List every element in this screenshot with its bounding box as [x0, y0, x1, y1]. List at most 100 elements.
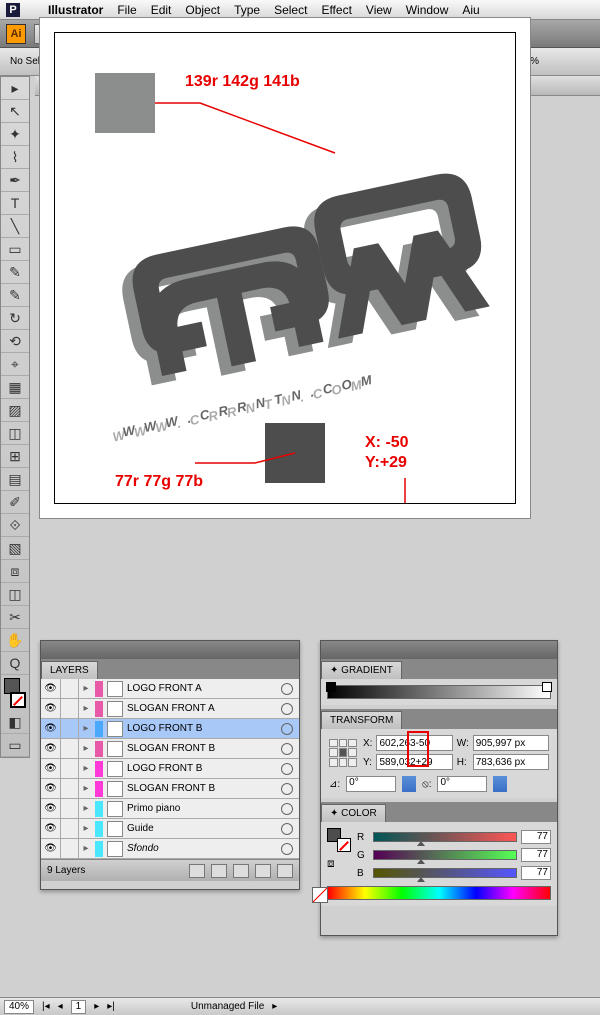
target-ring[interactable] [281, 783, 293, 795]
target-ring[interactable] [281, 763, 293, 775]
nav-first-icon[interactable]: |◂ [42, 1001, 50, 1012]
lock-toggle[interactable] [61, 839, 79, 858]
layer-row-5[interactable]: 👁 ▸ SLOGAN FRONT B [41, 779, 299, 799]
tool-rectangle[interactable]: ▭ [1, 238, 29, 261]
disclosure-icon[interactable]: ▸ [79, 843, 93, 854]
menu-window[interactable]: Window [406, 3, 449, 17]
layer-row-0[interactable]: 👁▸LOGO FRONT A [41, 679, 299, 699]
target-ring[interactable] [281, 803, 293, 815]
visibility-toggle[interactable]: 👁 [41, 779, 61, 798]
tool-rotate[interactable]: ↻ [1, 307, 29, 330]
app-name[interactable]: Illustrator [48, 3, 103, 17]
tool-graph[interactable]: ◫ [1, 422, 29, 445]
menu-aiu[interactable]: Aiu [462, 3, 479, 17]
layer-row-6[interactable]: 👁 ▸ Primo piano [41, 799, 299, 819]
layer-row-2[interactable]: 👁▸LOGO FRONT B [41, 719, 299, 739]
menu-view[interactable]: View [366, 3, 392, 17]
new-sublayer-button[interactable] [233, 864, 249, 878]
panel-grip[interactable] [41, 641, 299, 659]
layer-row-4[interactable]: 👁 ▸ LOGO FRONT B [41, 759, 299, 779]
tool-eyedropper[interactable]: ✐ [1, 491, 29, 514]
lock-toggle[interactable] [61, 819, 79, 838]
visibility-toggle[interactable]: 👁 [41, 759, 61, 778]
tool-pencil[interactable]: ✎ [1, 284, 29, 307]
layer-row-7[interactable]: 👁 ▸ Guide [41, 819, 299, 839]
visibility-toggle[interactable]: 👁 [41, 739, 61, 758]
tool-screen-mode[interactable]: ▭ [1, 734, 29, 757]
disclosure-icon[interactable]: ▸ [79, 763, 93, 774]
zoom-level[interactable]: 40% [4, 1000, 34, 1014]
gradient-slider[interactable] [327, 685, 551, 699]
visibility-toggle[interactable]: 👁 [41, 799, 61, 818]
tool-lasso[interactable]: ⌇ [1, 146, 29, 169]
layer-name[interactable]: Guide [125, 823, 275, 834]
lock-toggle[interactable] [61, 739, 79, 758]
menu-edit[interactable]: Edit [151, 3, 172, 17]
tool-scale[interactable]: ⟲ [1, 330, 29, 353]
tool-pen[interactable]: ✒ [1, 169, 29, 192]
document-canvas[interactable]: 139r 142g 141b 77r 77g 77b X: -50 Y:+29 [40, 18, 530, 518]
lock-toggle[interactable] [61, 759, 79, 778]
disclosure-icon[interactable]: ▸ [79, 823, 93, 834]
color-spectrum[interactable] [327, 886, 551, 900]
menu-object[interactable]: Object [185, 3, 220, 17]
tool-hand[interactable]: ✋ [1, 629, 29, 652]
locate-object-button[interactable] [189, 864, 205, 878]
nav-prev-icon[interactable]: ◂ [58, 1001, 63, 1012]
disclosure-icon[interactable]: ▸ [79, 723, 93, 734]
disclosure-icon[interactable]: ▸ [79, 783, 93, 794]
angle-dropdown[interactable] [402, 776, 416, 792]
layer-name[interactable]: LOGO FRONT B [125, 763, 275, 774]
layer-name[interactable]: Primo piano [125, 803, 275, 814]
visibility-toggle[interactable]: 👁 [41, 699, 61, 718]
visibility-toggle[interactable]: 👁 [41, 819, 61, 838]
panel-grip-2[interactable] [321, 641, 557, 659]
layer-name[interactable]: Sfondo [125, 843, 275, 854]
gradient-tab[interactable]: ✦ GRADIENT [321, 661, 402, 679]
delete-layer-button[interactable] [277, 864, 293, 878]
lock-toggle[interactable] [61, 719, 79, 738]
h-input[interactable] [473, 754, 549, 770]
tool-color-mode[interactable]: ◧ [1, 711, 29, 734]
x-input[interactable] [376, 735, 452, 751]
tool-mesh[interactable]: ⊞ [1, 445, 29, 468]
disclosure-icon[interactable]: ▸ [79, 703, 93, 714]
r-slider[interactable] [373, 832, 517, 842]
b-slider[interactable] [373, 868, 517, 878]
layer-name[interactable]: SLOGAN FRONT B [125, 743, 275, 754]
b-value[interactable]: 77 [521, 866, 551, 880]
angle-input[interactable]: 0° [346, 776, 396, 792]
tool-selection[interactable]: ▸ [1, 77, 29, 100]
lock-toggle[interactable] [61, 799, 79, 818]
tool-gradient[interactable]: ▤ [1, 468, 29, 491]
menu-type[interactable]: Type [234, 3, 260, 17]
lock-toggle[interactable] [61, 679, 79, 698]
color-fill-stroke[interactable] [327, 828, 351, 852]
layer-name[interactable]: SLOGAN FRONT A [125, 703, 275, 714]
lock-toggle[interactable] [61, 699, 79, 718]
g-slider[interactable] [373, 850, 517, 860]
g-value[interactable]: 77 [521, 848, 551, 862]
tool-scissors[interactable]: ✂ [1, 606, 29, 629]
layer-name[interactable]: SLOGAN FRONT B [125, 783, 275, 794]
layer-row-3[interactable]: 👁▸SLOGAN FRONT B [41, 739, 299, 759]
new-layer-button[interactable] [255, 864, 271, 878]
tool-magic-wand[interactable]: ✦ [1, 123, 29, 146]
visibility-toggle[interactable]: 👁 [41, 839, 61, 858]
tool-line[interactable]: ╲ [1, 215, 29, 238]
shear-dropdown[interactable] [493, 776, 507, 792]
status-dropdown-icon[interactable]: ▸ [272, 1001, 277, 1012]
tool-symbol-sprayer[interactable]: ▨ [1, 399, 29, 422]
target-ring[interactable] [281, 703, 293, 715]
menu-file[interactable]: File [117, 3, 136, 17]
nav-next-icon[interactable]: ▸ [94, 1001, 99, 1012]
disclosure-icon[interactable]: ▸ [79, 803, 93, 814]
r-value[interactable]: 77 [521, 830, 551, 844]
layer-row-8[interactable]: 👁 ▸ Sfondo [41, 839, 299, 859]
layers-tab[interactable]: LAYERS [41, 661, 98, 679]
reference-point-grid[interactable] [329, 739, 357, 767]
tool-direct-select[interactable]: ↖ [1, 100, 29, 123]
nav-last-icon[interactable]: ▸| [107, 1001, 115, 1012]
stroke-color-box[interactable] [10, 692, 26, 708]
lock-toggle[interactable] [61, 779, 79, 798]
